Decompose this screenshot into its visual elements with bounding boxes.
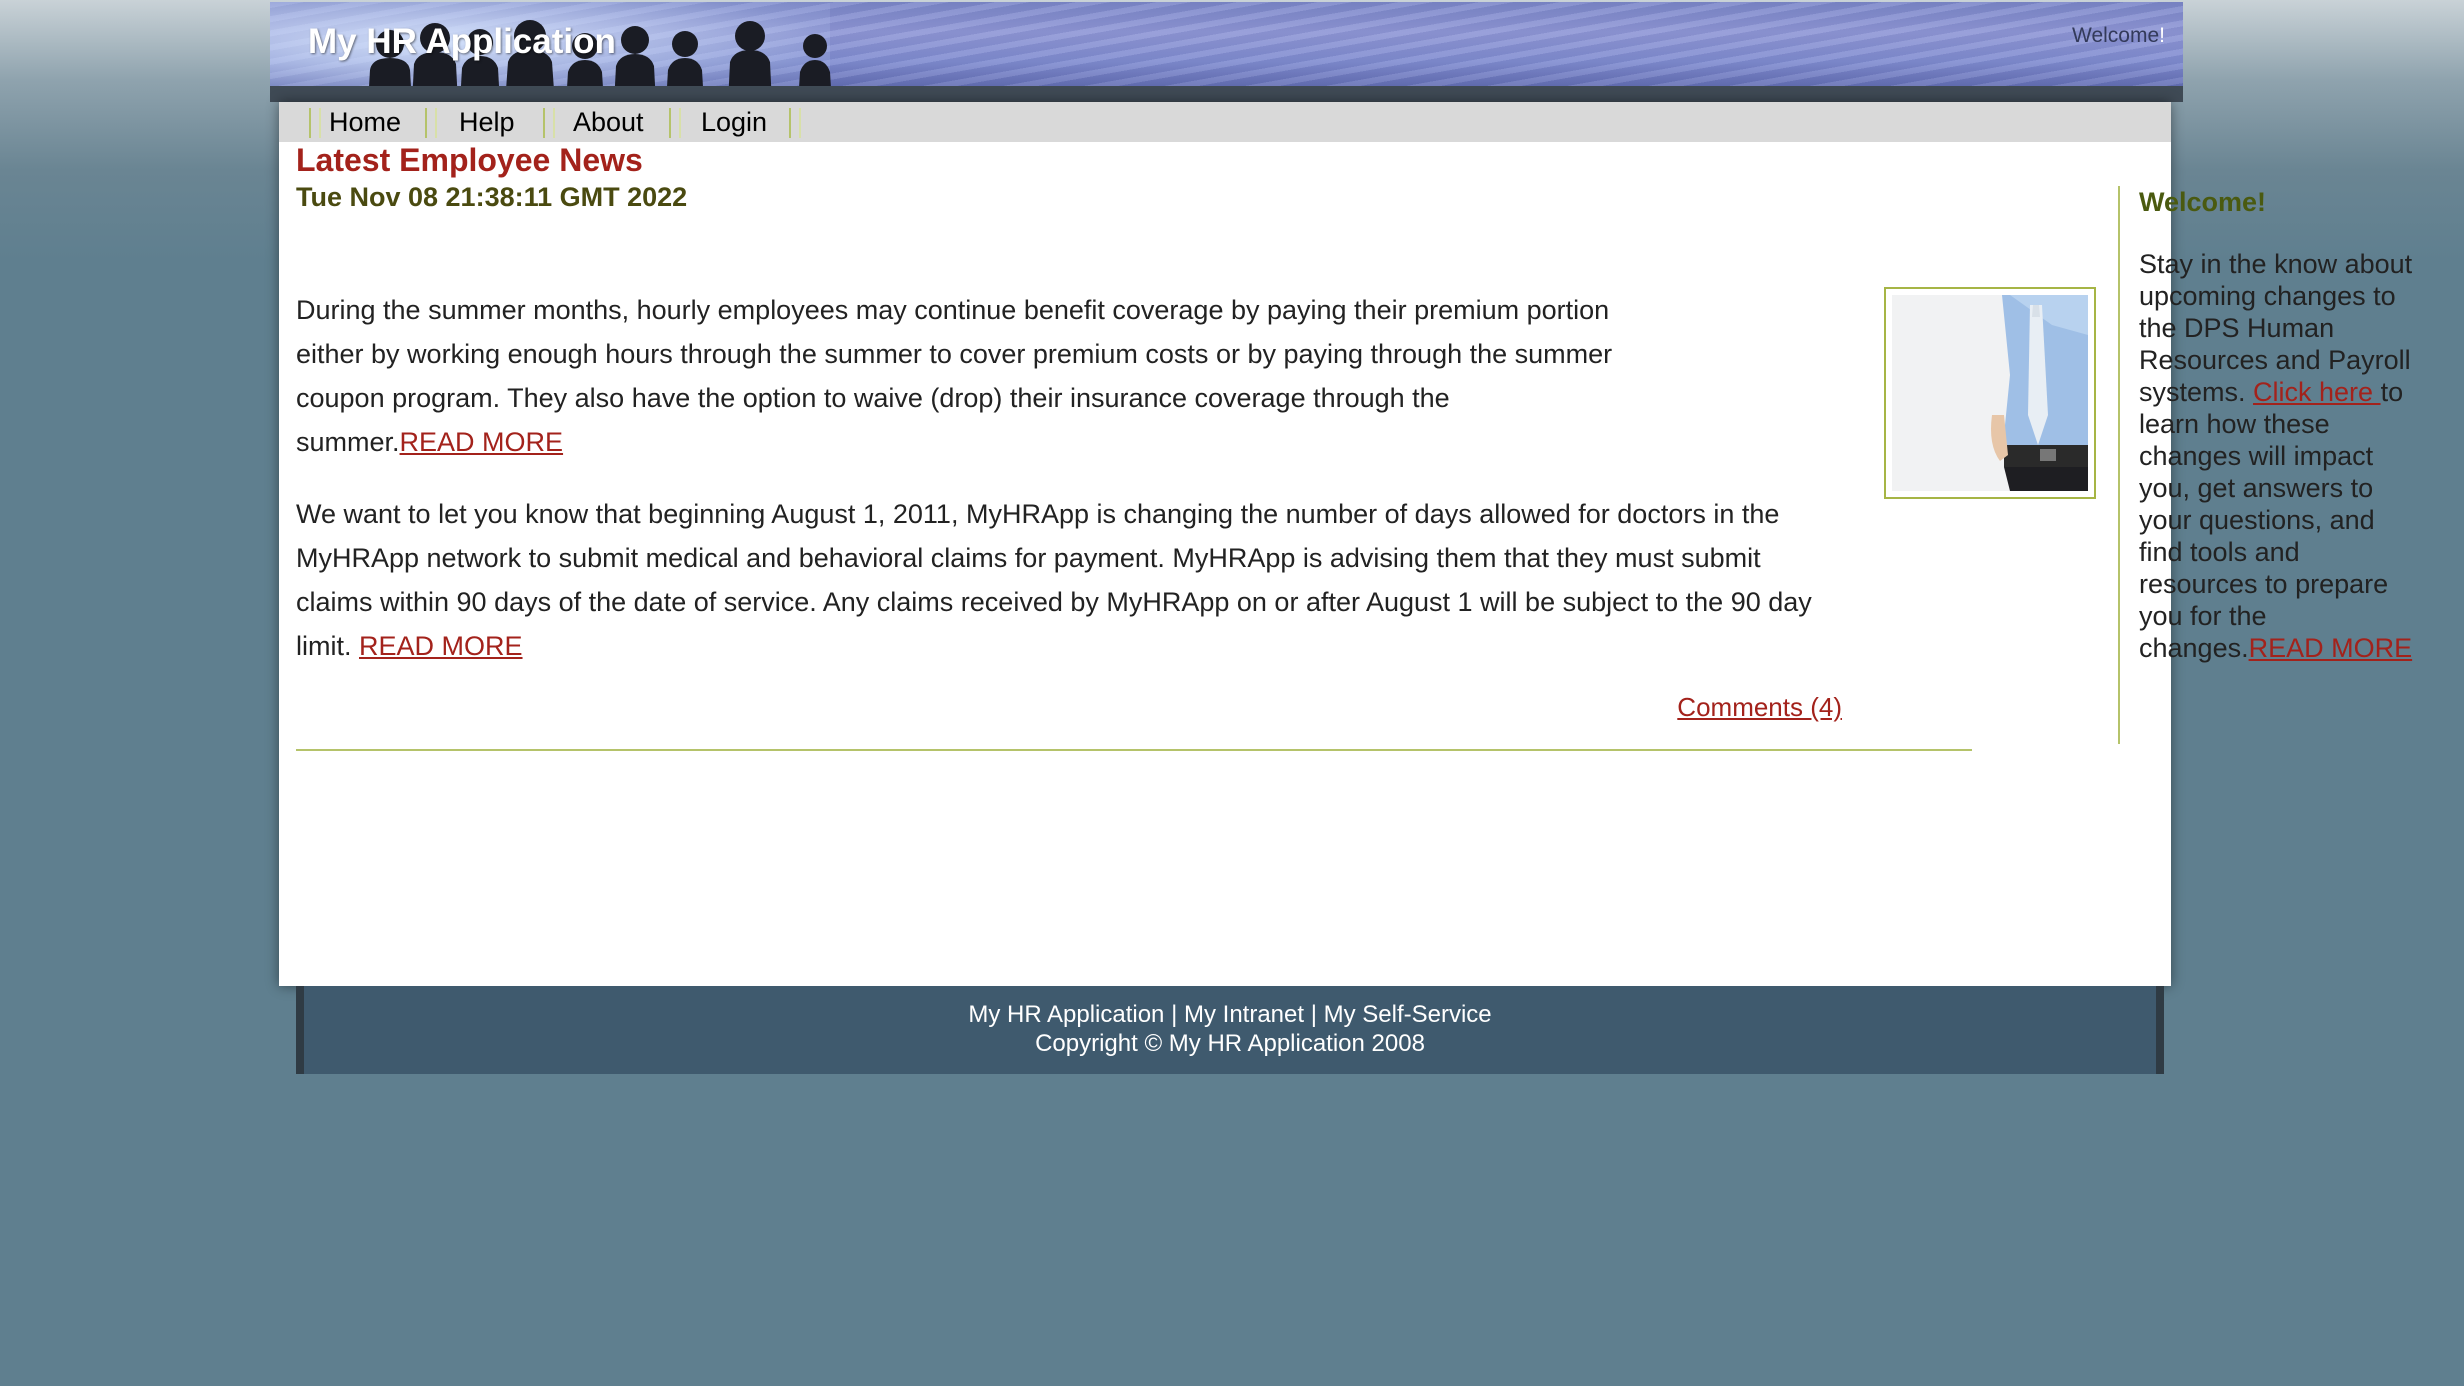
nav-home[interactable]: Home <box>329 102 401 142</box>
businessman-image-icon <box>1892 295 2088 491</box>
sidebar-read-more-link[interactable]: READ MORE <box>2249 633 2413 663</box>
footer-sep: | <box>1164 1001 1184 1028</box>
news-article-2-text: We want to let you know that beginning A… <box>296 499 1812 661</box>
header-welcome-excl: ! <box>2159 24 2165 47</box>
footer-link-self-service[interactable]: My Self-Service <box>1324 1001 1492 1028</box>
footer-link-hr-app[interactable]: My HR Application <box>968 1001 1164 1028</box>
footer-copyright: Copyright © My HR Application 2008 <box>1035 1030 1425 1057</box>
content-divider <box>296 749 1972 751</box>
sidebar-divider <box>2118 186 2120 744</box>
comments-container: Comments (4) <box>1677 692 1842 723</box>
header-welcome-text: Welcome <box>2072 24 2160 47</box>
page-container: My HR Application Welcome! Home Help Abo… <box>267 0 2412 1080</box>
nav-bar: Home Help About Login <box>279 102 2171 142</box>
news-date: Tue Nov 08 21:38:11 GMT 2022 <box>296 182 688 212</box>
site-header: My HR Application Welcome! <box>270 2 2183 102</box>
header-welcome: Welcome! <box>2072 24 2165 48</box>
news-photo-frame <box>1884 287 2096 499</box>
nav-about[interactable]: About <box>573 102 644 142</box>
sidebar-title: Welcome! <box>2139 187 2267 217</box>
news-title: Latest Employee News <box>296 142 643 178</box>
sidebar: Welcome! Stay in the know about upcoming… <box>2139 186 2423 664</box>
nav-separator <box>309 108 321 138</box>
nav-separator <box>543 108 555 138</box>
footer-links: My HR Application | My Intranet | My Sel… <box>304 1000 2156 1029</box>
news-article-1: During the summer months, hourly employe… <box>296 288 1626 464</box>
businessman-photo <box>1892 295 2088 491</box>
click-here-link[interactable]: Click here <box>2253 377 2381 407</box>
sidebar-text: Stay in the know about upcoming changes … <box>2139 248 2423 664</box>
app-title: My HR Application <box>308 22 616 61</box>
nav-login[interactable]: Login <box>701 102 767 142</box>
footer-sep: | <box>1304 1001 1324 1028</box>
footer-link-intranet[interactable]: My Intranet <box>1184 1001 1304 1028</box>
comments-link[interactable]: Comments (4) <box>1677 692 1842 722</box>
site-footer: My HR Application | My Intranet | My Sel… <box>296 986 2164 1074</box>
read-more-link-2[interactable]: READ MORE <box>359 631 523 661</box>
news-article-2: We want to let you know that beginning A… <box>296 492 1816 668</box>
nav-separator <box>425 108 437 138</box>
nav-help[interactable]: Help <box>459 102 515 142</box>
read-more-link-1[interactable]: READ MORE <box>400 427 564 457</box>
sidebar-text-body: to learn how these changes will impact y… <box>2139 377 2404 663</box>
nav-separator <box>789 108 801 138</box>
nav-separator <box>669 108 681 138</box>
